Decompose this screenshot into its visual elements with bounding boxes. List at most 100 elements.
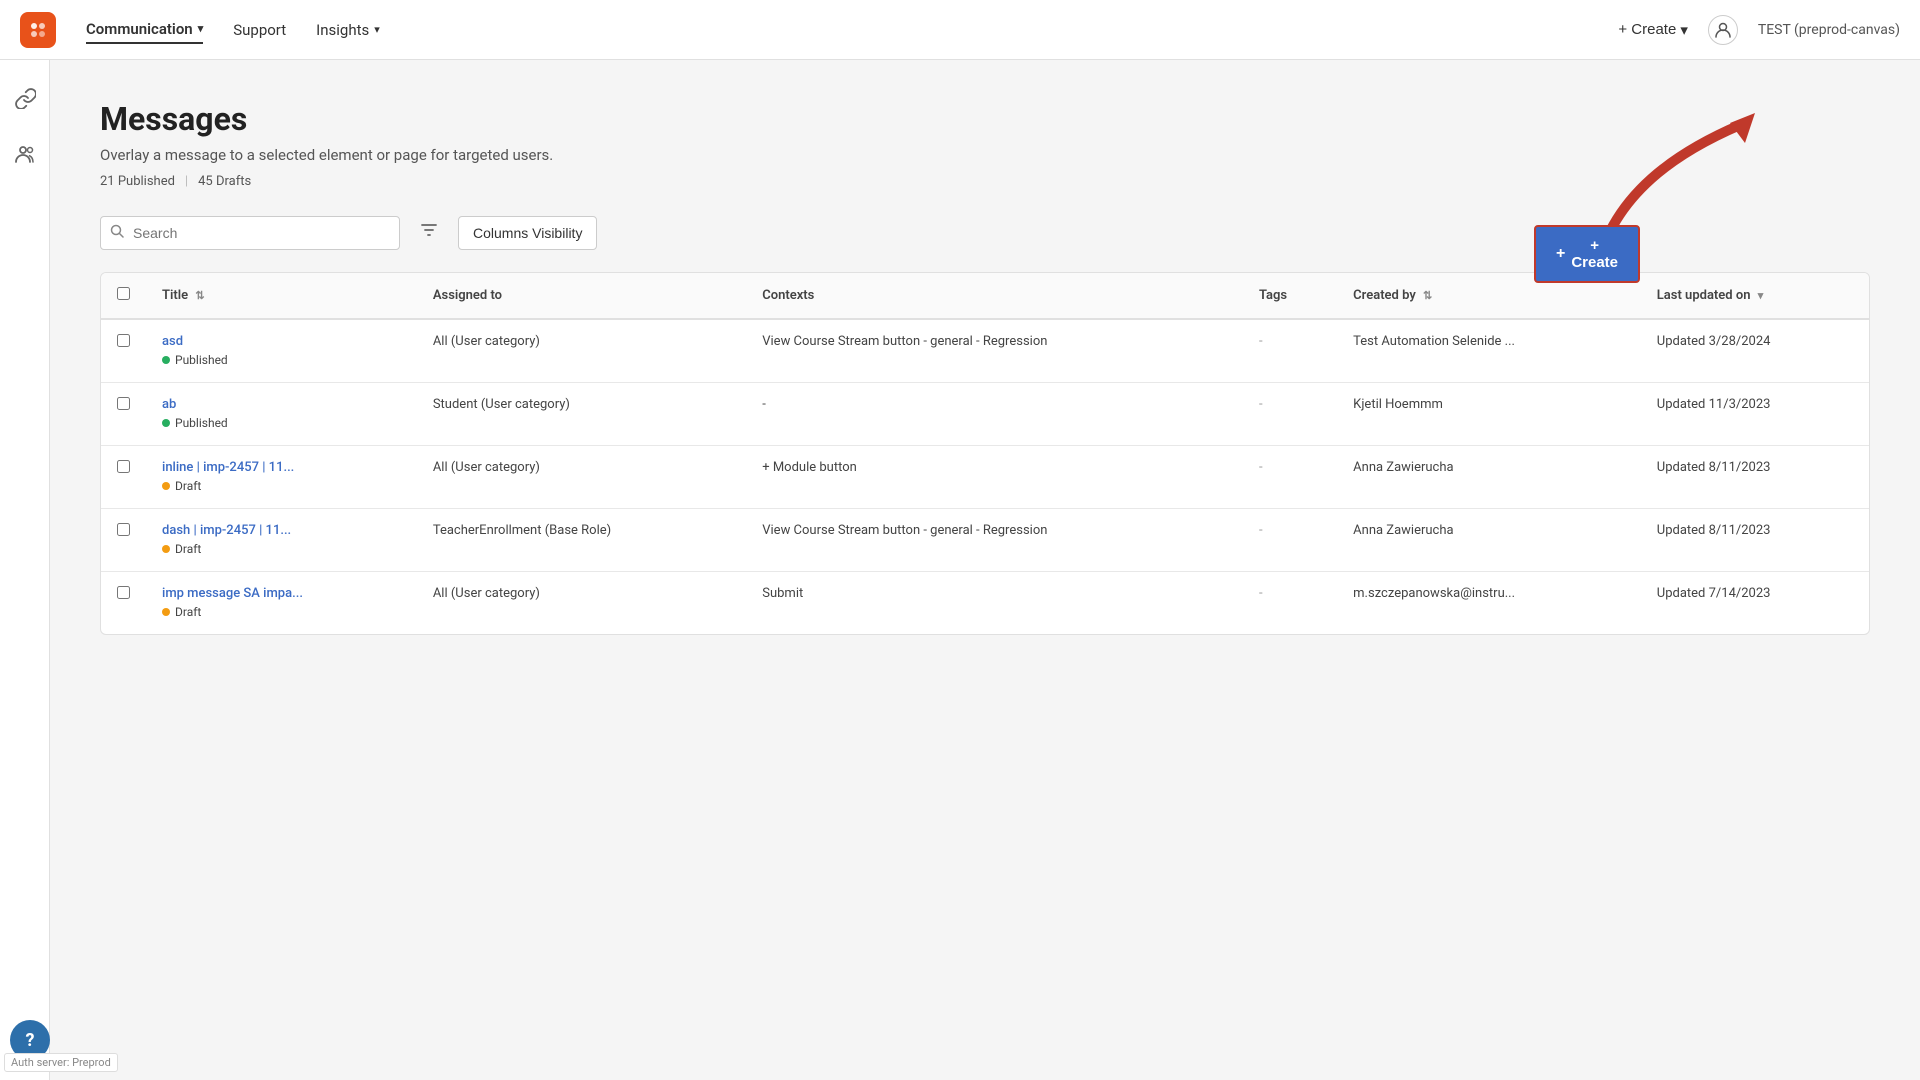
row-checkbox-cell [101,509,146,572]
search-icon [110,224,124,242]
columns-visibility-button[interactable]: Columns Visibility [458,216,597,250]
row-checkbox-cell [101,383,146,446]
user-avatar-icon[interactable] [1708,15,1738,45]
row-last-updated: Updated 7/14/2023 [1641,572,1869,635]
sidebar-icon-people[interactable] [7,136,43,172]
row-checkbox-cell [101,446,146,509]
published-count: 21 Published [100,174,175,189]
row-created-by: Anna Zawierucha [1337,509,1641,572]
sidebar [0,60,50,1080]
status-text: Draft [175,479,201,493]
row-tags: - [1243,383,1337,446]
row-title-cell: imp message SA impa... Draft [146,572,417,635]
row-contexts: View Course Stream button - general - Re… [746,319,1243,383]
sort-updated-icon[interactable]: ▾ [1758,289,1764,302]
select-all-checkbox[interactable] [117,287,130,300]
row-checkbox[interactable] [117,460,130,473]
row-tags: - [1243,572,1337,635]
sort-title-icon[interactable]: ⇅ [195,289,204,302]
row-created-by: Test Automation Selenide ... [1337,319,1641,383]
messages-table: Title ⇅ Assigned to Contexts Tags Create… [100,272,1870,635]
table-row: asd Published All (User category) View C… [101,319,1869,383]
search-input[interactable] [100,216,400,250]
sort-created-icon[interactable]: ⇅ [1423,289,1432,302]
col-assigned-to: Assigned to [417,273,746,319]
stats-row: 21 Published | 45 Drafts [100,174,1870,189]
table-row: dash | imp-2457 | 11... Draft TeacherEnr… [101,509,1869,572]
row-tags: - [1243,446,1337,509]
status-dot [162,356,170,364]
col-created-by: Created by ⇅ [1337,273,1641,319]
chevron-down-icon: ▾ [374,23,380,36]
row-title-link[interactable]: ab [162,397,401,412]
row-tags: - [1243,319,1337,383]
status-badge: Draft [162,542,201,556]
col-contexts: Contexts [746,273,1243,319]
col-tags: Tags [1243,273,1337,319]
status-dot [162,545,170,553]
row-assigned-to: All (User category) [417,446,746,509]
chevron-down-icon: ▾ [1680,21,1688,39]
table-row: imp message SA impa... Draft All (User c… [101,572,1869,635]
status-badge: Published [162,353,228,367]
row-contexts: View Course Stream button - general - Re… [746,509,1243,572]
row-contexts: Submit [746,572,1243,635]
row-assigned-to: TeacherEnrollment (Base Role) [417,509,746,572]
row-title-cell: asd Published [146,319,417,383]
row-assigned-to: Student (User category) [417,383,746,446]
row-created-by: m.szczepanowska@instru... [1337,572,1641,635]
row-title-link[interactable]: inline | imp-2457 | 11... [162,460,401,475]
drafts-count: 45 Drafts [198,174,251,189]
stats-divider: | [185,174,188,189]
filter-button[interactable] [412,213,446,252]
row-created-by: Anna Zawierucha [1337,446,1641,509]
toolbar: Columns Visibility [100,213,1870,252]
page-layout: Messages Overlay a message to a selected… [0,60,1920,1080]
row-tags: - [1243,509,1337,572]
env-label: TEST (preprod-canvas) [1758,22,1900,38]
nav-insights[interactable]: Insights ▾ [316,17,380,43]
page-title: Messages [100,100,1870,138]
table-row: ab Published Student (User category) - -… [101,383,1869,446]
row-checkbox[interactable] [117,397,130,410]
page-subtitle: Overlay a message to a selected element … [100,146,1870,164]
table-row: inline | imp-2457 | 11... Draft All (Use… [101,446,1869,509]
status-dot [162,608,170,616]
row-title-link[interactable]: dash | imp-2457 | 11... [162,523,401,538]
nav-communication[interactable]: Communication ▾ [86,16,203,44]
row-checkbox[interactable] [117,334,130,347]
row-title-link[interactable]: imp message SA impa... [162,586,401,601]
row-checkbox[interactable] [117,586,130,599]
status-dot [162,482,170,490]
nav-support[interactable]: Support [233,17,286,43]
row-contexts: - [746,383,1243,446]
sidebar-icon-link[interactable] [7,80,43,116]
status-dot [162,419,170,427]
auth-server-label: Auth server: Preprod [4,1053,118,1072]
row-title-cell: ab Published [146,383,417,446]
row-created-by: Kjetil Hoemmm [1337,383,1641,446]
row-last-updated: Updated 3/28/2024 [1641,319,1869,383]
status-text: Published [175,416,228,430]
col-checkbox [101,273,146,319]
row-assigned-to: All (User category) [417,572,746,635]
row-last-updated: Updated 8/11/2023 [1641,509,1869,572]
main-content: Messages Overlay a message to a selected… [50,60,1920,1080]
chevron-down-icon: ▾ [198,22,204,35]
status-text: Published [175,353,228,367]
status-badge: Draft [162,479,201,493]
row-title-link[interactable]: asd [162,334,401,349]
row-title-cell: dash | imp-2457 | 11... Draft [146,509,417,572]
row-checkbox[interactable] [117,523,130,536]
row-checkbox-cell [101,319,146,383]
status-text: Draft [175,542,201,556]
app-logo[interactable] [20,12,56,48]
row-title-cell: inline | imp-2457 | 11... Draft [146,446,417,509]
status-badge: Published [162,416,228,430]
nav-create-button[interactable]: + Create ▾ [1618,21,1687,39]
table-header-row: Title ⇅ Assigned to Contexts Tags Create… [101,273,1869,319]
status-badge: Draft [162,605,201,619]
nav-right-section: + Create ▾ TEST (preprod-canvas) [1618,15,1900,45]
top-navigation: Communication ▾ Support Insights ▾ + Cre… [0,0,1920,60]
col-last-updated: Last updated on ▾ [1641,273,1869,319]
